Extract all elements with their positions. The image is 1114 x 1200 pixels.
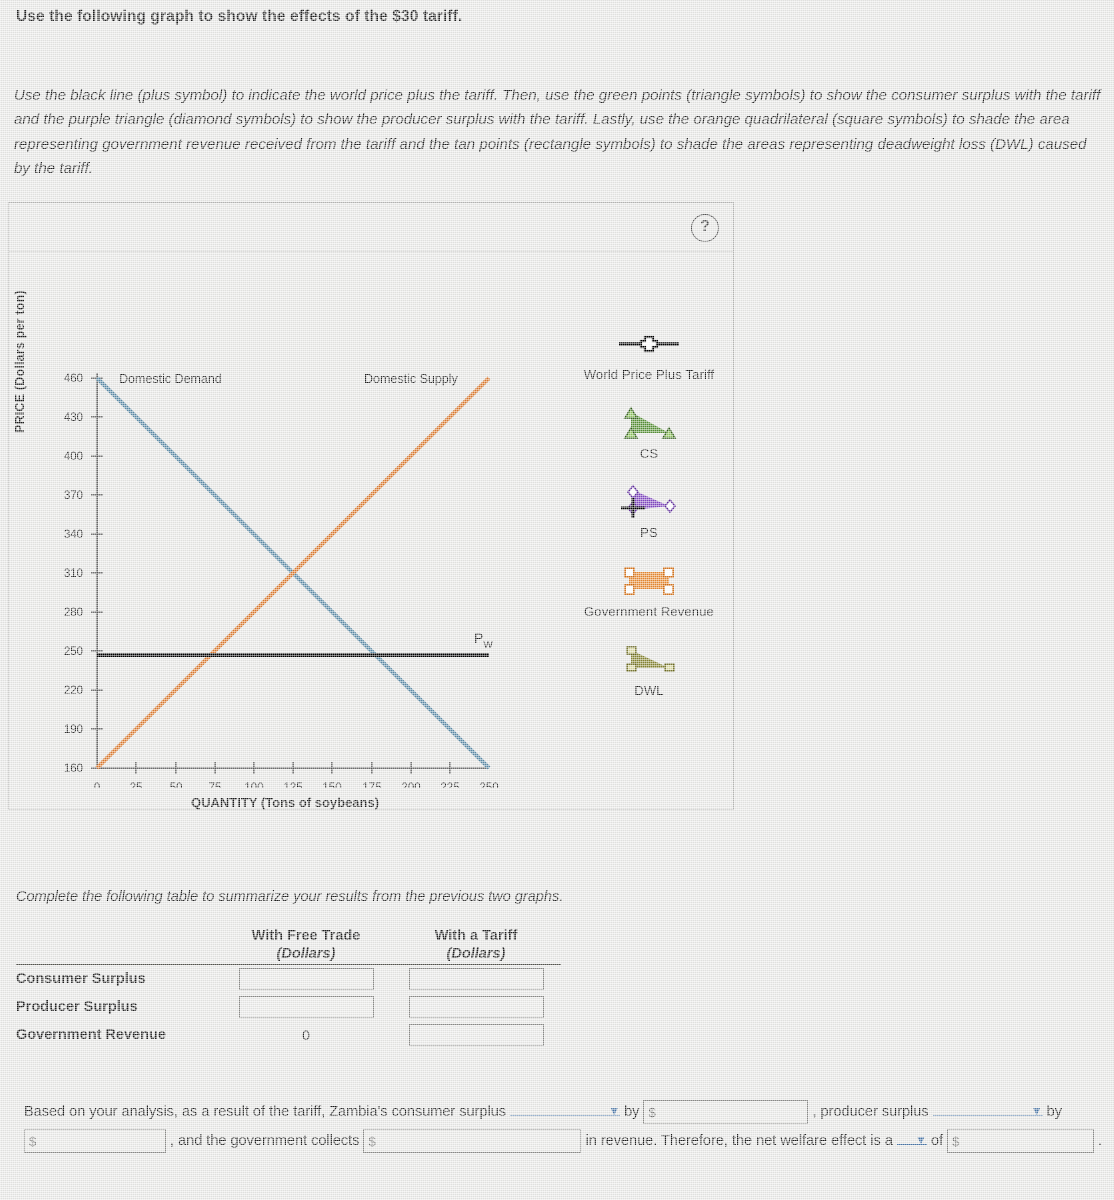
x-tick-0: 0 xyxy=(94,782,100,788)
legend-item-cs[interactable]: CS xyxy=(569,402,729,461)
legend-label-cs: CS xyxy=(639,446,659,461)
table-intro: Complete the following table to summariz… xyxy=(16,889,564,905)
legend-item-dwl[interactable]: DWL xyxy=(569,639,729,698)
x-tick-250: 250 xyxy=(479,782,498,788)
analysis-text-8: . xyxy=(1098,1133,1103,1149)
col0-title: With Free Trade xyxy=(251,928,361,944)
x-tick-200: 200 xyxy=(401,782,420,788)
consumer-surplus-change-input[interactable] xyxy=(643,1100,809,1125)
legend-item-world-price-plus-tariff[interactable]: World Price Plus Tariff xyxy=(569,323,729,382)
table-row: Producer Surplus xyxy=(16,993,561,1021)
x-tick-50: 50 xyxy=(170,782,183,788)
input-producer-surplus-free-trade[interactable] xyxy=(238,996,374,1018)
analysis-text-6: in revenue. Therefore, the net welfare e… xyxy=(585,1133,893,1149)
net-welfare-effect-dropdown[interactable]: ▼ xyxy=(896,1127,927,1147)
plus-line-tool-icon[interactable] xyxy=(569,323,729,365)
cell-producer-surplus-tariff xyxy=(391,993,561,1021)
y-tick-400: 400 xyxy=(64,451,83,463)
results-table: With Free Trade (Dollars) With a Tariff … xyxy=(16,928,561,1049)
chart-svg: 460 430 400 370 340 310 280 250 220 190 … xyxy=(19,273,529,788)
analysis-text-7: of xyxy=(930,1133,944,1149)
purple-diamond-tool-icon[interactable] xyxy=(569,481,729,523)
panel-divider xyxy=(9,251,733,252)
intro-prompt: Use the following graph to show the effe… xyxy=(16,8,463,25)
graph-panel: ? PRICE (Dollars per ton) QUANTITY (Tons… xyxy=(8,202,734,810)
green-triangle-tool-icon[interactable] xyxy=(569,402,729,444)
y-tick-190: 190 xyxy=(64,724,83,736)
col0-sub: (Dollars) xyxy=(276,946,336,962)
legend-label-ps: PS xyxy=(640,525,658,540)
chevron-down-icon: ▼ xyxy=(1030,1104,1043,1118)
x-tick-100: 100 xyxy=(244,782,263,788)
input-government-revenue-tariff[interactable] xyxy=(408,1024,544,1046)
row-label-government-revenue: Government Revenue xyxy=(16,1027,166,1043)
analysis-text-2: by xyxy=(624,1104,640,1120)
y-axis-title: PRICE (Dollars per ton) xyxy=(13,290,27,433)
cell-government-revenue-free-trade: 0 xyxy=(221,1021,391,1049)
orange-square-tool-icon[interactable] xyxy=(569,560,729,602)
row-label-consumer-surplus: Consumer Surplus xyxy=(16,971,146,987)
column-header-free-trade: With Free Trade (Dollars) xyxy=(221,928,391,965)
instructions-paragraph: Use the black line (plus symbol) to indi… xyxy=(14,87,1101,178)
y-tick-370: 370 xyxy=(64,490,83,502)
y-tick-310: 310 xyxy=(64,568,83,580)
analysis-paragraph: Based on your analysis, as a result of t… xyxy=(24,1098,1104,1156)
analysis-text-4: by xyxy=(1046,1104,1062,1120)
cell-consumer-surplus-free-trade xyxy=(221,965,391,994)
government-revenue-input[interactable] xyxy=(363,1129,582,1154)
col1-title: With a Tariff xyxy=(434,928,518,944)
plot-area[interactable]: PRICE (Dollars per ton) QUANTITY (Tons o… xyxy=(13,273,529,810)
producer-surplus-direction-dropdown[interactable]: ▼ xyxy=(932,1098,1043,1118)
table-corner-cell xyxy=(16,928,221,965)
legend-item-government-revenue[interactable]: Government Revenue xyxy=(569,560,729,619)
analysis-text-3: , producer surplus xyxy=(812,1104,929,1120)
tool-legend: World Price Plus Tariff CS PS Government… xyxy=(569,323,729,718)
legend-label-dwl: DWL xyxy=(634,683,664,698)
input-consumer-surplus-tariff[interactable] xyxy=(408,968,544,990)
x-tick-225: 225 xyxy=(440,782,459,788)
chevron-down-icon: ▼ xyxy=(915,1133,927,1147)
tan-rectangle-tool-icon[interactable] xyxy=(569,639,729,681)
x-tick-75: 75 xyxy=(209,782,222,788)
analysis-text-5: , and the government collects xyxy=(170,1133,360,1149)
y-tick-280: 280 xyxy=(64,607,83,619)
supply-curve-label: Domestic Supply xyxy=(364,372,459,386)
legend-label-government-revenue: Government Revenue xyxy=(584,604,714,619)
table-row: Government Revenue 0 xyxy=(16,1021,561,1049)
input-producer-surplus-tariff[interactable] xyxy=(408,996,544,1018)
help-icon[interactable]: ? xyxy=(691,214,719,242)
x-tick-25: 25 xyxy=(130,782,143,788)
column-header-with-tariff: With a Tariff (Dollars) xyxy=(391,928,561,965)
consumer-surplus-direction-dropdown[interactable]: ▼ xyxy=(510,1098,621,1118)
demand-curve-label: Domestic Demand xyxy=(119,372,222,386)
cell-government-revenue-tariff xyxy=(391,1021,561,1049)
y-tick-250: 250 xyxy=(64,646,83,658)
chevron-down-icon: ▼ xyxy=(608,1104,621,1118)
cell-consumer-surplus-tariff xyxy=(391,965,561,994)
row-label-producer-surplus: Producer Surplus xyxy=(16,999,138,1015)
x-axis-title: QUANTITY (Tons of soybeans) xyxy=(191,795,380,810)
x-tick-175: 175 xyxy=(362,782,381,788)
x-tick-150: 150 xyxy=(322,782,341,788)
y-tick-460: 460 xyxy=(64,373,83,385)
producer-surplus-change-input[interactable] xyxy=(24,1129,166,1154)
cell-producer-surplus-free-trade xyxy=(221,993,391,1021)
x-tick-125: 125 xyxy=(283,782,302,788)
y-tick-430: 430 xyxy=(64,412,83,424)
static-value-government-revenue-free-trade: 0 xyxy=(302,1026,310,1043)
analysis-text-1: Based on your analysis, as a result of t… xyxy=(24,1104,507,1120)
table-row: Consumer Surplus xyxy=(16,965,561,994)
legend-label-world-price-plus-tariff: World Price Plus Tariff xyxy=(583,367,715,382)
col1-sub: (Dollars) xyxy=(446,946,506,962)
y-tick-220: 220 xyxy=(64,685,83,697)
input-consumer-surplus-free-trade[interactable] xyxy=(238,968,374,990)
table-header-row: With Free Trade (Dollars) With a Tariff … xyxy=(16,928,561,965)
y-tick-160: 160 xyxy=(64,763,83,775)
net-welfare-effect-input[interactable] xyxy=(947,1129,1095,1154)
y-tick-340: 340 xyxy=(64,529,83,541)
legend-item-ps[interactable]: PS xyxy=(569,481,729,540)
